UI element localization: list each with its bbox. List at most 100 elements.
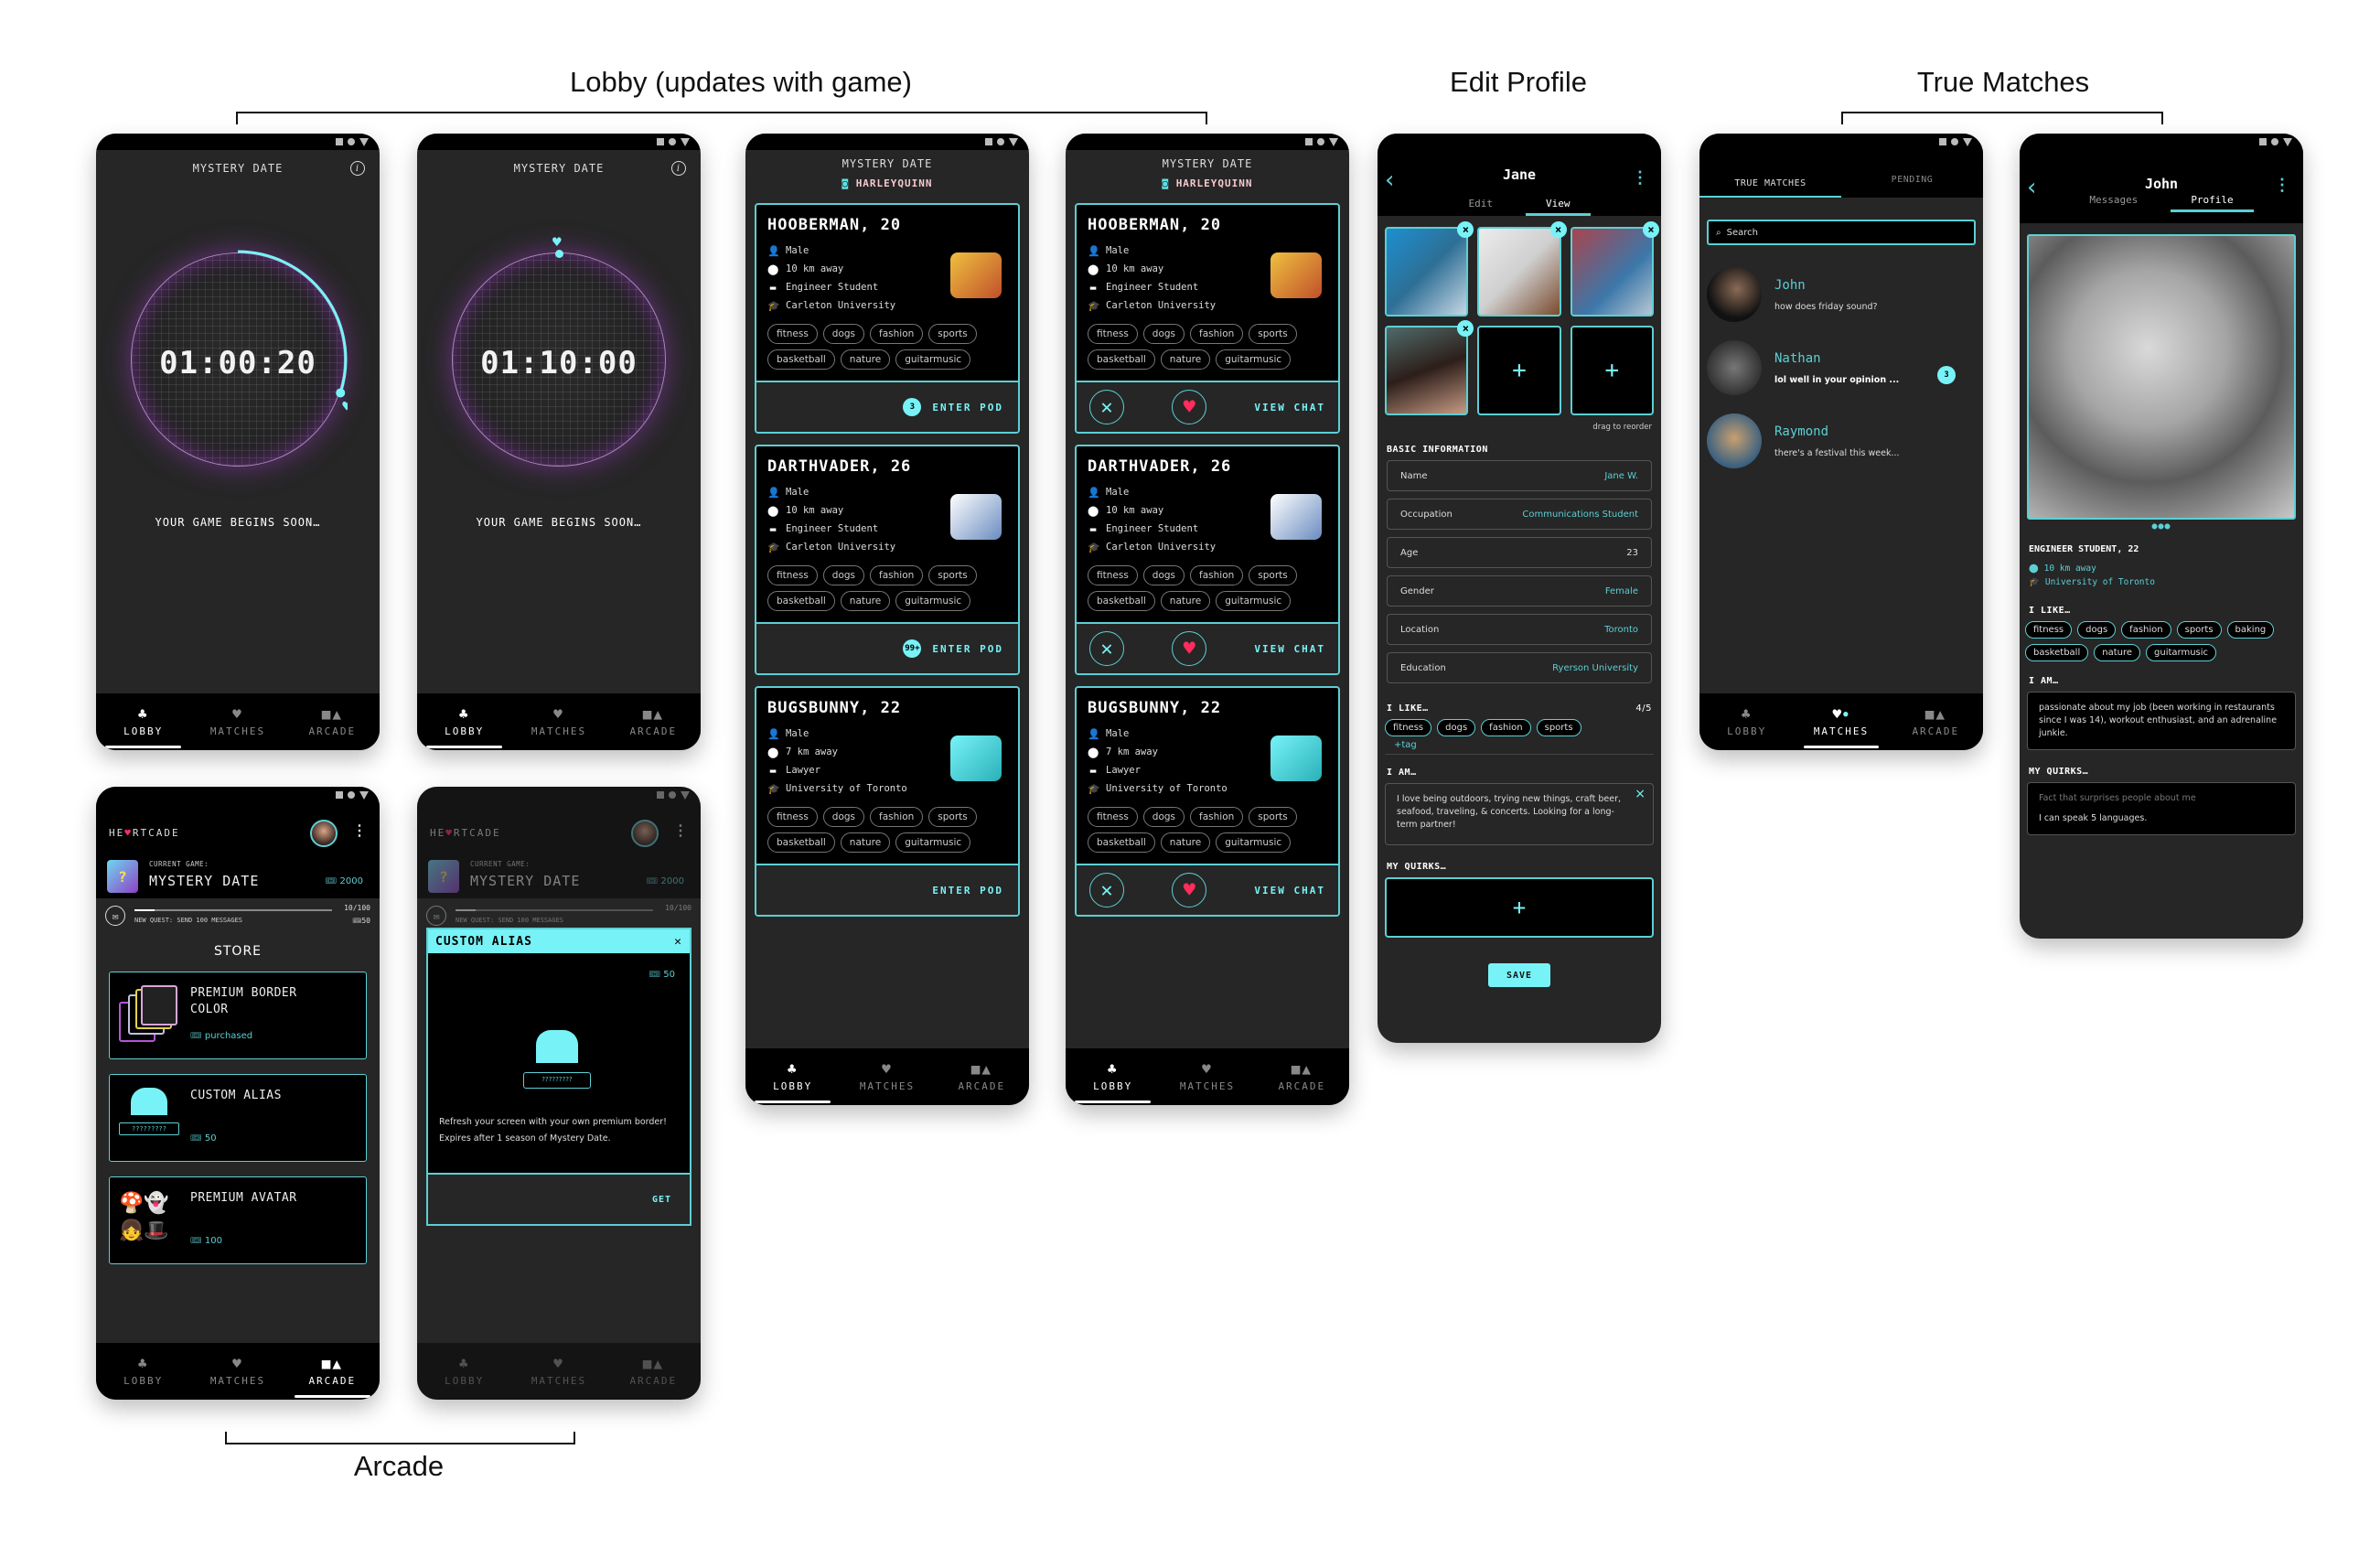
nav-matches[interactable]: ♥ MATCHES xyxy=(511,693,606,750)
profile-gender: Male xyxy=(1106,245,1130,256)
field-occupation[interactable]: Occupation Communications Student xyxy=(1387,499,1652,530)
tab-pending[interactable]: PENDING xyxy=(1841,175,1983,198)
like-button[interactable]: ♥ xyxy=(1172,873,1207,907)
nav-arcade[interactable]: ■▲ ARCADE xyxy=(1889,693,1983,750)
add-photo-button[interactable]: + xyxy=(1477,326,1561,415)
enter-pod-button[interactable]: ENTER POD xyxy=(932,402,1003,413)
interest-tag[interactable]: sports xyxy=(1536,719,1581,736)
nav-arcade[interactable]: ■▲ ARCADE xyxy=(1255,1048,1349,1105)
nav-matches[interactable]: ♥● MATCHES xyxy=(1794,693,1888,750)
store-item-custom-alias[interactable]: ????????? CUSTOM ALIAS 🎟 50 xyxy=(109,1074,367,1162)
field-location[interactable]: Location Toronto xyxy=(1387,614,1652,645)
close-icon[interactable]: ✕ xyxy=(674,935,682,949)
interest-tag[interactable]: dogs xyxy=(1437,719,1476,736)
section-title-lobby: Lobby (updates with game) xyxy=(570,66,912,98)
nav-lobby[interactable]: ♣ LOBBY xyxy=(417,693,511,750)
remove-photo-icon[interactable]: × xyxy=(1643,221,1659,238)
nav-matches[interactable]: ♥ MATCHES xyxy=(840,1048,934,1105)
info-icon[interactable]: i xyxy=(671,161,686,176)
profile-card[interactable]: BUGSBUNNY, 22 👤 Male ⬤ 7 km away ▬ Lawyer 🎓 Univ… xyxy=(1075,686,1340,917)
clear-bio-icon[interactable]: × xyxy=(1635,788,1646,800)
profile-card[interactable]: HOOBERMAN, 20 👤 Male ⬤ 10 km away ▬ Engineer S… xyxy=(755,203,1020,434)
nav-arcade[interactable]: ■▲ ARCADE xyxy=(935,1048,1029,1105)
nav-lobby[interactable]: ♣ LOBBY xyxy=(96,1343,190,1400)
more-options-icon[interactable]: ⋮ xyxy=(1632,168,1648,188)
view-chat-button[interactable]: VIEW CHAT xyxy=(1254,643,1325,655)
interest-tag[interactable]: fitness xyxy=(1385,719,1432,736)
pixel-avatar xyxy=(950,494,1002,540)
view-chat-button[interactable]: VIEW CHAT xyxy=(1254,402,1325,413)
remove-photo-icon[interactable]: × xyxy=(1457,221,1474,238)
chat-list-item[interactable]: Raymond there's a festival this week... xyxy=(1699,404,1983,478)
tab-profile[interactable]: Profile xyxy=(2171,194,2255,212)
phone-lobby-chats: MYSTERY DATE ◙ HARLEYQUINN HOOBERMAN, 20… xyxy=(1066,134,1349,1105)
ticket-icon: 🎟 xyxy=(325,876,340,886)
nav-arcade[interactable]: ■▲ ARCADE xyxy=(285,1343,380,1400)
interest-tag: fashion xyxy=(1190,565,1244,585)
field-age[interactable]: Age 23 xyxy=(1387,537,1652,568)
more-options-icon[interactable]: ⋮ xyxy=(2274,176,2290,195)
lobby-icon: ♣ xyxy=(787,1059,799,1078)
nav-lobby[interactable]: ♣ LOBBY xyxy=(1699,693,1794,750)
tab-true-matches[interactable]: TRUE MATCHES xyxy=(1699,178,1841,198)
view-chat-button[interactable]: VIEW CHAT xyxy=(1254,885,1325,897)
photo-slot[interactable]: × xyxy=(1477,221,1567,317)
heart-marker-icon: ♥ xyxy=(342,397,348,414)
tab-view[interactable]: View xyxy=(1526,198,1590,216)
bio-textarea[interactable]: I love being outdoors, trying new things… xyxy=(1385,783,1654,845)
profile-card[interactable]: HOOBERMAN, 20 👤 Male ⬤ 10 km away ▬ Engineer S… xyxy=(1075,203,1340,434)
get-button[interactable]: GET xyxy=(652,1195,671,1205)
nav-matches[interactable]: ♥ MATCHES xyxy=(1160,1048,1254,1105)
heart-icon: ♥ xyxy=(882,1059,893,1078)
ticket-icon: 🎟 xyxy=(190,1236,205,1246)
interest-tag[interactable]: fashion xyxy=(1481,719,1531,736)
nav-matches[interactable]: ♥ MATCHES xyxy=(190,693,284,750)
info-icon[interactable]: i xyxy=(350,161,365,176)
store-item-premium-avatar[interactable]: 🍄👻 👧🎩 PREMIUM AVATAR 🎟 100 xyxy=(109,1176,367,1264)
field-gender[interactable]: Gender Female xyxy=(1387,575,1652,607)
user-avatar[interactable] xyxy=(310,820,338,847)
tab-edit[interactable]: Edit xyxy=(1469,198,1494,209)
like-button[interactable]: ♥ xyxy=(1172,390,1207,424)
enter-pod-button[interactable]: ENTER POD xyxy=(932,885,1003,897)
nav-arcade[interactable]: ■▲ ARCADE xyxy=(606,693,701,750)
profile-card[interactable]: DARTHVADER, 26 👤 Male ⬤ 10 km away ▬ Engineer … xyxy=(755,445,1020,675)
photo-slot[interactable]: × xyxy=(1570,221,1659,317)
nav-lobby[interactable]: ♣ LOBBY xyxy=(96,693,190,750)
add-quirk-button[interactable]: + xyxy=(1385,877,1654,938)
nav-arcade[interactable]: ■▲ ARCADE xyxy=(285,693,380,750)
interest-tags: fitness dogs fashion sports basketball nature… xyxy=(1088,324,1327,370)
photo-slot[interactable]: × xyxy=(1385,320,1474,415)
photo-pager-dots[interactable]: ●●● xyxy=(2020,521,2303,532)
field-education[interactable]: Education Ryerson University xyxy=(1387,652,1652,683)
like-button[interactable]: ♥ xyxy=(1172,631,1207,666)
enter-pod-button[interactable]: ENTER POD xyxy=(932,643,1003,655)
heart-marker-icon: ♥ xyxy=(552,233,562,251)
alias-input[interactable]: ????????? xyxy=(523,1072,591,1089)
nav-lobby[interactable]: ♣ LOBBY xyxy=(745,1048,840,1105)
store-item-premium-border[interactable]: PREMIUM BORDER COLOR 🎟 purchased xyxy=(109,972,367,1059)
reject-button[interactable]: ✕ xyxy=(1089,631,1124,666)
photo-slot[interactable]: × xyxy=(1385,221,1474,317)
profile-photo[interactable] xyxy=(2027,234,2296,520)
more-options-icon[interactable]: ⋮ xyxy=(352,821,367,839)
chat-list-item[interactable]: Nathan lol well in your opinion ... 3 xyxy=(1699,331,1983,404)
reject-button[interactable]: ✕ xyxy=(1089,873,1124,907)
nav-matches[interactable]: ♥ MATCHES xyxy=(190,1343,284,1400)
tab-messages[interactable]: Messages xyxy=(2089,194,2138,206)
reject-button[interactable]: ✕ xyxy=(1089,390,1124,424)
profile-card[interactable]: BUGSBUNNY, 22 👤 Male ⬤ 7 km away ▬ Lawyer 🎓 Univ… xyxy=(755,686,1020,917)
nav-lobby[interactable]: ♣ LOBBY xyxy=(1066,1048,1160,1105)
profile-card[interactable]: DARTHVADER, 26 👤 Male ⬤ 10 km away ▬ Engineer … xyxy=(1075,445,1340,675)
chat-list-item[interactable]: John how does friday sound? xyxy=(1699,258,1983,331)
add-tag-button[interactable]: +tag xyxy=(1385,736,1654,755)
field-name[interactable]: Name Jane W. xyxy=(1387,460,1652,491)
add-photo-button[interactable]: + xyxy=(1570,326,1654,415)
remove-photo-icon[interactable]: × xyxy=(1457,320,1474,337)
search-input[interactable]: ⌕ Search xyxy=(1707,220,1976,245)
phone-lobby-timer-2: MYSTERY DATE i ♥ 01:10:00 YOUR GAME BEGIN… xyxy=(417,134,701,750)
remove-photo-icon[interactable]: × xyxy=(1549,221,1567,238)
mail-icon: ✉ xyxy=(426,906,446,926)
save-button[interactable]: SAVE xyxy=(1488,963,1550,987)
profile-school: University of Toronto xyxy=(1106,783,1228,794)
